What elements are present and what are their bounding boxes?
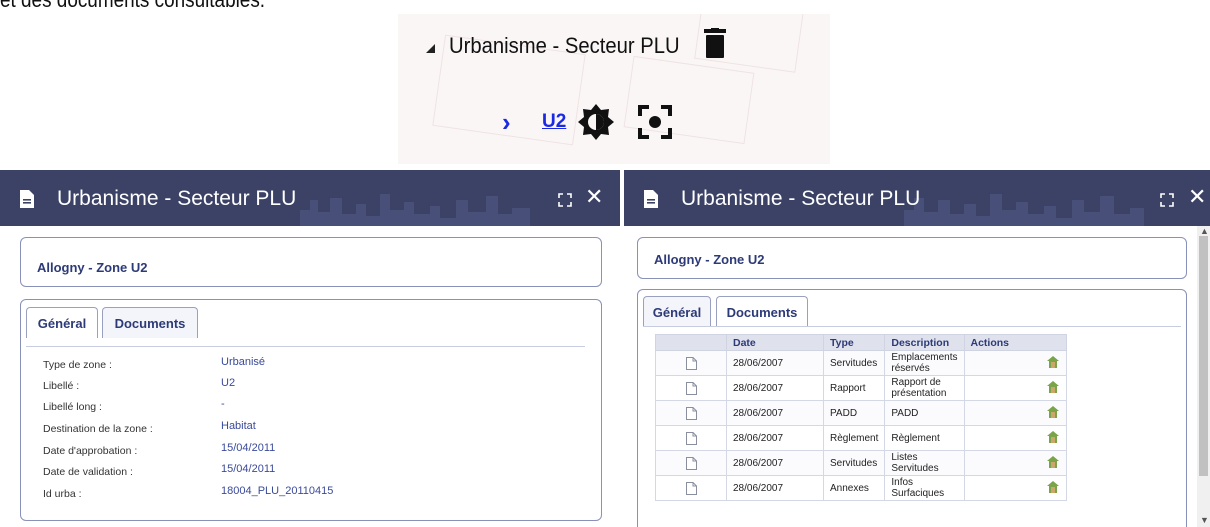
file-icon[interactable] xyxy=(655,375,727,401)
doc-type: Annexes xyxy=(822,475,886,501)
zone-box: Allogny - Zone U2 xyxy=(20,237,602,287)
doc-type: Servitudes xyxy=(822,350,886,376)
file-icon[interactable] xyxy=(655,450,727,476)
tabs-container: Général Documents Type de zone : Urbanisé… xyxy=(20,299,602,521)
close-icon[interactable]: ✕ xyxy=(585,184,603,210)
zone-title: Allogny - Zone U2 xyxy=(654,252,765,267)
col-actions: Actions xyxy=(963,334,1067,351)
field-row: Libellé long :- xyxy=(43,398,225,413)
panel-header: Urbanisme - Secteur PLU ✕ xyxy=(0,170,620,226)
intro-text: et des documents consultables. xyxy=(0,0,265,13)
doc-description: Règlement xyxy=(884,425,965,451)
tab-general[interactable]: Général xyxy=(26,307,98,338)
doc-type: Règlement xyxy=(822,425,886,451)
download-icon[interactable] xyxy=(963,425,1067,451)
file-icon[interactable] xyxy=(655,400,727,426)
info-panel-documents: Urbanisme - Secteur PLU ✕ Allogny - Zone… xyxy=(624,170,1210,527)
col-icon xyxy=(655,334,727,351)
panel-header: Urbanisme - Secteur PLU ✕ xyxy=(624,170,1210,226)
download-icon[interactable] xyxy=(963,475,1067,501)
expand-icon[interactable] xyxy=(1160,193,1174,212)
layer-tree-widget: Urbanisme - Secteur PLU › U2 xyxy=(398,14,830,164)
field-row: Destination de la zone : Habitat xyxy=(43,420,256,435)
doc-type: Servitudes xyxy=(822,450,886,476)
table-row: 28/06/2007 PADD PADD xyxy=(655,400,1067,426)
doc-type: PADD xyxy=(822,400,886,426)
table-row: 28/06/2007 Servitudes Emplacements réservé… xyxy=(655,350,1067,376)
tab-documents[interactable]: Documents xyxy=(102,307,198,338)
doc-date: 28/06/2007 xyxy=(726,475,824,501)
table-row: 28/06/2007 Rapport Rapport de présentation xyxy=(655,375,1067,401)
table-row: 28/06/2007 Servitudes Listes Servitudes xyxy=(655,450,1067,476)
field-row: Date d'approbation :15/04/2011 xyxy=(43,442,276,457)
layer-row: Urbanisme - Secteur PLU xyxy=(426,28,726,63)
panel-title: Urbanisme - Secteur PLU xyxy=(57,187,297,210)
doc-description: Emplacements réservés xyxy=(884,350,965,376)
field-row: Type de zone : Urbanisé xyxy=(43,356,266,371)
documents-table: Date Type Description Actions 28/06/2007… xyxy=(655,334,1067,501)
document-icon xyxy=(644,190,658,213)
field-row: Libellé : U2 xyxy=(43,377,236,392)
table-row: 28/06/2007 Annexes Infos Surfaciques xyxy=(655,475,1067,501)
doc-description: Rapport de présentation xyxy=(884,375,965,401)
col-date[interactable]: Date xyxy=(726,334,824,351)
panel-title: Urbanisme - Secteur PLU xyxy=(681,187,921,210)
download-icon[interactable] xyxy=(963,375,1067,401)
expand-icon[interactable] xyxy=(558,193,572,212)
col-description[interactable]: Description xyxy=(884,334,965,351)
doc-date: 28/06/2007 xyxy=(726,450,824,476)
table-row: 28/06/2007 Règlement Règlement xyxy=(655,425,1067,451)
download-icon[interactable] xyxy=(963,400,1067,426)
table-header-row: Date Type Description Actions xyxy=(655,334,1067,351)
scrollbar[interactable]: ▲ ▼ xyxy=(1197,226,1210,527)
download-icon[interactable] xyxy=(963,450,1067,476)
doc-date: 28/06/2007 xyxy=(726,425,824,451)
layer-title[interactable]: Urbanisme - Secteur PLU xyxy=(449,33,680,59)
scroll-up-icon[interactable]: ▲ xyxy=(1200,226,1209,236)
info-panel-general: Urbanisme - Secteur PLU ✕ Allogny - Zone… xyxy=(0,170,620,527)
file-icon[interactable] xyxy=(655,425,727,451)
zone-title: Allogny - Zone U2 xyxy=(37,260,148,275)
scroll-thumb[interactable] xyxy=(1199,236,1208,476)
col-type[interactable]: Type xyxy=(822,334,886,351)
close-icon[interactable]: ✕ xyxy=(1188,184,1206,210)
field-row: Date de validation :15/04/2011 xyxy=(43,463,276,478)
brightness-icon[interactable] xyxy=(578,104,615,140)
doc-type: Rapport xyxy=(822,375,886,401)
collapse-triangle-icon[interactable] xyxy=(426,44,435,53)
doc-date: 28/06/2007 xyxy=(726,375,824,401)
trash-icon[interactable] xyxy=(703,28,726,63)
field-row: Id urba :18004_PLU_20110415 xyxy=(43,485,334,500)
tab-documents[interactable]: Documents xyxy=(716,296,808,327)
doc-date: 28/06/2007 xyxy=(726,350,824,376)
doc-description: PADD xyxy=(884,400,965,426)
chevron-right-icon[interactable]: › xyxy=(502,107,528,138)
tabs-container: Général Documents Date Type Description … xyxy=(637,289,1187,527)
zone-box: Allogny - Zone U2 xyxy=(637,237,1187,279)
doc-description: Infos Surfaciques xyxy=(884,475,965,501)
scroll-down-icon[interactable]: ▼ xyxy=(1200,515,1209,525)
file-icon[interactable] xyxy=(655,475,727,501)
doc-description: Listes Servitudes xyxy=(884,450,965,476)
focus-center-icon[interactable] xyxy=(638,105,673,139)
zone-link[interactable]: U2 xyxy=(542,111,566,133)
file-icon[interactable] xyxy=(655,350,727,376)
document-icon xyxy=(20,190,34,213)
layer-sub-row: › U2 xyxy=(502,104,673,140)
download-icon[interactable] xyxy=(963,350,1067,376)
tab-general[interactable]: Général xyxy=(643,296,711,327)
doc-date: 28/06/2007 xyxy=(726,400,824,426)
